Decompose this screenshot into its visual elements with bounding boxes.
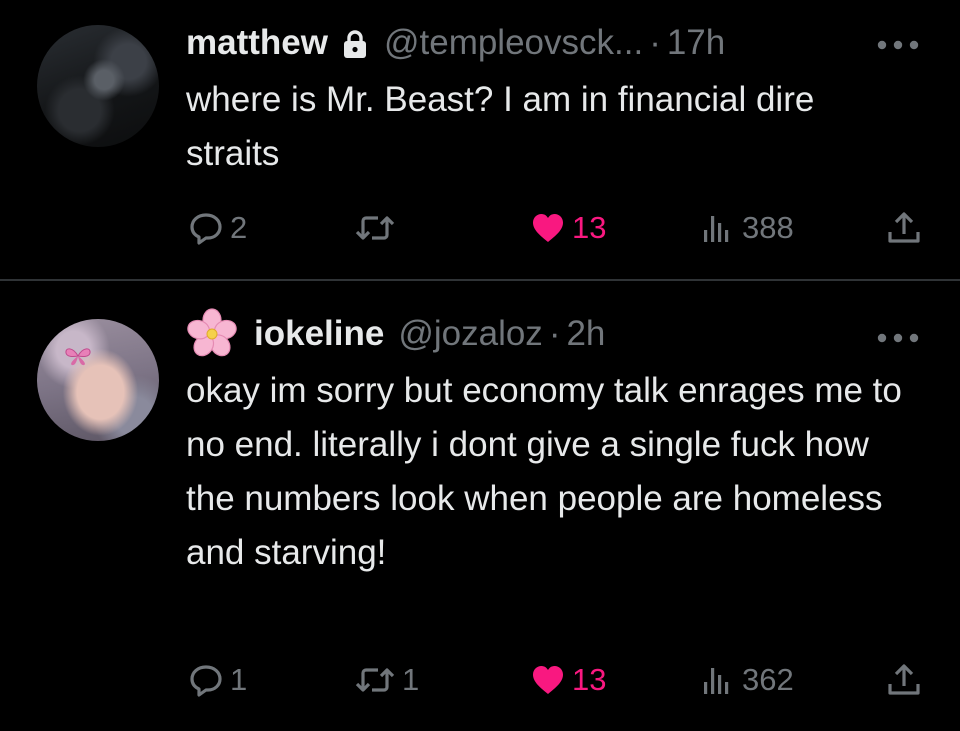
separator-dot: · [548, 314, 561, 353]
avatar[interactable] [37, 319, 159, 441]
reply-icon [186, 208, 226, 248]
lock-icon [342, 28, 368, 58]
views-icon [698, 660, 738, 700]
reply-icon [186, 660, 226, 700]
avatar[interactable] [37, 25, 159, 147]
share-button[interactable] [884, 208, 924, 248]
heart-icon [528, 208, 568, 248]
heart-icon [528, 660, 568, 700]
retweet-button[interactable] [352, 208, 402, 248]
tweet[interactable]: iokeline @jozaloz · 2h okay im sorry but… [0, 281, 960, 731]
share-icon [884, 208, 924, 248]
display-name[interactable]: matthew [186, 23, 328, 63]
tweet-text: okay im sorry but economy talk enrages m… [186, 371, 902, 572]
display-name[interactable]: iokeline [254, 314, 384, 354]
reply-count: 1 [230, 662, 248, 697]
tweet[interactable]: matthew @templeovsck... · 17h where is M… [0, 0, 960, 279]
views-count: 388 [742, 210, 794, 245]
action-bar: 2 13 388 [0, 208, 960, 248]
more-icon[interactable] [876, 38, 920, 50]
separator-dot: · [649, 23, 661, 62]
views-button[interactable]: 388 [698, 208, 794, 248]
retweet-count: 1 [402, 662, 420, 697]
more-icon[interactable] [876, 331, 920, 343]
timestamp[interactable]: 2h [566, 314, 605, 354]
tweet-header: matthew @templeovsck... · 17h [186, 21, 725, 65]
timestamp[interactable]: 17h [667, 23, 725, 63]
user-handle[interactable]: @jozaloz [398, 314, 542, 354]
reply-button[interactable]: 1 [186, 660, 247, 700]
like-count: 13 [572, 210, 607, 245]
share-icon [884, 660, 924, 700]
reply-button[interactable]: 2 [186, 208, 247, 248]
views-button[interactable]: 362 [698, 660, 794, 700]
retweet-icon [352, 660, 398, 700]
like-button[interactable]: 13 [528, 208, 606, 248]
like-button[interactable]: 13 [528, 660, 606, 700]
user-handle[interactable]: @templeovsck... [384, 23, 643, 63]
reply-count: 2 [230, 210, 248, 245]
share-button[interactable] [884, 660, 924, 700]
like-count: 13 [572, 662, 607, 697]
views-count: 362 [742, 662, 794, 697]
flower-icon [186, 308, 238, 360]
tweet-header: iokeline @jozaloz · 2h [186, 308, 605, 357]
action-bar: 1 1 13 362 [0, 660, 960, 700]
views-icon [698, 208, 738, 248]
butterfly-icon [65, 348, 91, 366]
retweet-button[interactable]: 1 [352, 660, 419, 700]
retweet-icon [352, 208, 398, 248]
tweet-text: where is Mr. Beast? I am in financial di… [186, 80, 815, 173]
